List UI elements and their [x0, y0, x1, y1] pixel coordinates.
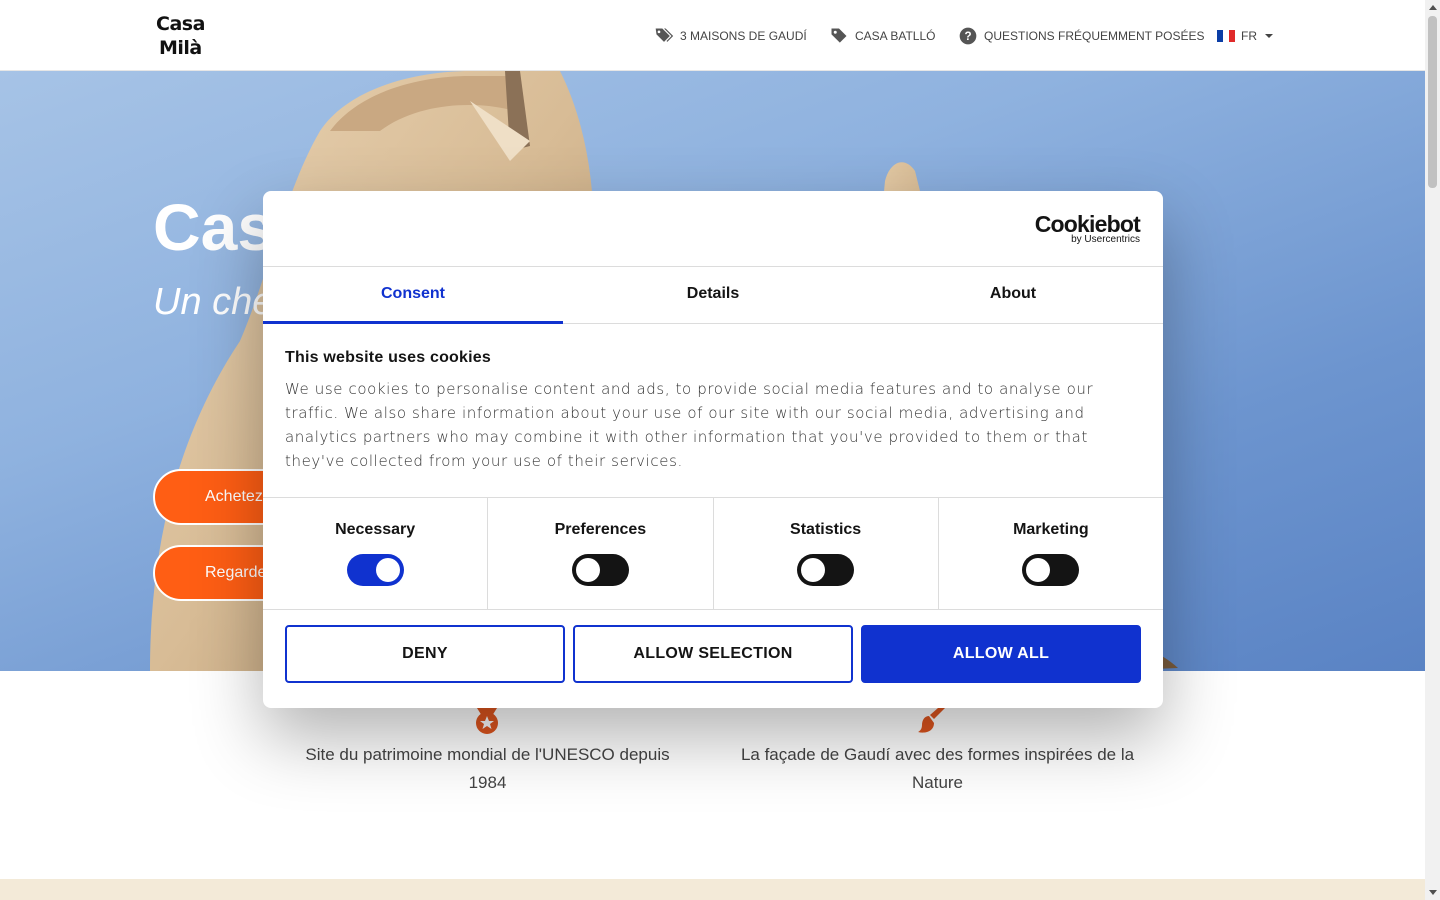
allow-selection-button[interactable]: ALLOW SELECTION — [573, 625, 853, 683]
toggle-statistics[interactable] — [797, 554, 855, 586]
toggle-label-necessary: Necessary — [335, 521, 416, 538]
chevron-down-icon — [1265, 33, 1273, 38]
toggle-group-preferences: Preferences — [488, 498, 714, 609]
toggle-group-necessary: Necessary — [263, 498, 489, 609]
next-section-band — [0, 879, 1425, 900]
logo-line-1: Casa — [156, 13, 205, 35]
hero-title: Cas — [153, 190, 275, 264]
tags-icon — [655, 28, 674, 42]
cookiebot-brand: Cookiebot — [1034, 211, 1141, 237]
toggle-preferences[interactable] — [571, 554, 629, 586]
deny-button[interactable]: DENY — [285, 625, 565, 683]
page-scrollbar[interactable] — [1425, 0, 1440, 900]
toggle-knob — [1026, 558, 1051, 582]
dialog-tabs: Consent Details About — [263, 267, 1163, 324]
scroll-up-arrow-icon[interactable] — [1429, 5, 1437, 10]
cookiebot-logo: Cookiebot by Usercentrics — [1034, 211, 1141, 245]
dialog-description: We use cookies to personalise content an… — [285, 380, 1094, 470]
nav-casa-batllo[interactable]: CASA BATLLÓ — [829, 0, 935, 71]
toggle-label-statistics: Statistics — [790, 521, 862, 538]
site-header: Casa Milà 3 MAISONS DE GAUDÍ CASA BATLLÓ… — [0, 0, 1425, 71]
cookie-consent-dialog: Cookiebot by Usercentrics Consent Detail… — [263, 191, 1163, 708]
dialog-header: Cookiebot by Usercentrics — [263, 191, 1163, 267]
toggle-necessary[interactable] — [346, 554, 404, 586]
language-label: FR — [1241, 28, 1257, 43]
feature-facade-text: La façade de Gaudí avec des formes inspi… — [740, 745, 1135, 792]
toggle-knob — [801, 558, 826, 582]
nav-three-houses[interactable]: 3 MAISONS DE GAUDÍ — [654, 0, 807, 71]
toggle-knob — [575, 558, 600, 582]
nav-three-houses-label: 3 MAISONS DE GAUDÍ — [680, 28, 807, 43]
toggle-group-statistics: Statistics — [714, 498, 939, 609]
french-flag-icon — [1217, 29, 1235, 42]
scrollbar-thumb[interactable] — [1428, 16, 1437, 188]
scroll-down-arrow-icon[interactable] — [1429, 890, 1437, 895]
toggle-group-marketing: Marketing — [939, 498, 1163, 609]
feature-unesco-text: Site du patrimoine mondial de l'UNESCO d… — [305, 745, 670, 792]
dialog-buttons: DENY ALLOW SELECTION ALLOW ALL — [263, 610, 1163, 683]
tag-icon — [831, 28, 847, 43]
allow-all-button[interactable]: ALLOW ALL — [861, 625, 1141, 683]
question-circle-icon: ? — [959, 27, 977, 44]
hero-subtitle: Un che — [153, 281, 274, 323]
toggle-label-preferences: Preferences — [554, 521, 647, 538]
svg-text:?: ? — [964, 30, 971, 43]
toggle-knob — [375, 558, 400, 582]
nav-casa-batllo-label: CASA BATLLÓ — [855, 28, 936, 43]
dialog-body: This website uses cookies We use cookies… — [263, 324, 1163, 498]
dialog-heading: This website uses cookies — [285, 349, 491, 366]
casa-mila-logo[interactable]: Casa Milà — [156, 12, 205, 60]
toggle-label-marketing: Marketing — [1013, 521, 1089, 538]
tab-details[interactable]: Details — [563, 267, 863, 323]
toggle-marketing[interactable] — [1022, 554, 1080, 586]
nav-faq[interactable]: ? QUESTIONS FRÉQUEMMENT POSÉES — [958, 0, 1204, 71]
tab-about[interactable]: About — [863, 267, 1163, 323]
medal-icon — [476, 708, 498, 734]
logo-line-2: Milà — [159, 37, 202, 59]
consent-toggles: Necessary Preferences Statistics Marketi… — [263, 498, 1163, 610]
tab-consent[interactable]: Consent — [263, 267, 563, 324]
nav-faq-label: QUESTIONS FRÉQUEMMENT POSÉES — [984, 28, 1205, 43]
language-selector[interactable]: FR — [1217, 0, 1273, 71]
